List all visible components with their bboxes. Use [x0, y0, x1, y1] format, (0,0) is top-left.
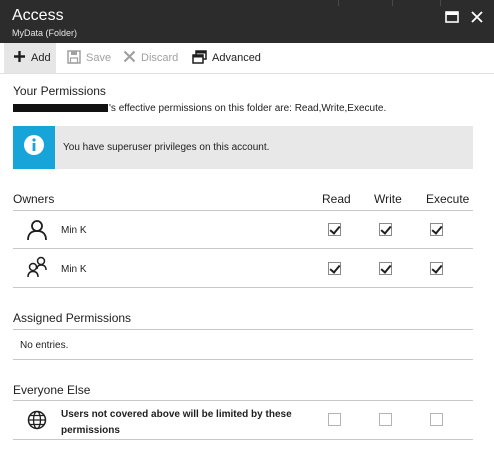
save-button-label: Save: [86, 52, 112, 64]
add-button[interactable]: Add: [4, 43, 56, 73]
maximize-icon[interactable]: [445, 10, 461, 26]
your-permissions-heading: Your Permissions: [13, 84, 106, 98]
assigned-permissions-heading: Assigned Permissions: [13, 311, 132, 325]
everyone-write-checkbox[interactable]: [379, 413, 392, 426]
discard-button[interactable]: Discard: [123, 43, 178, 73]
advanced-windows-icon: [192, 49, 212, 67]
divider: [13, 329, 473, 330]
effective-permissions-label: 's effective permissions on this folder …: [109, 103, 387, 114]
owner-write-checkbox[interactable]: [379, 223, 392, 236]
owner-name: Min K: [61, 225, 87, 236]
header-divider: [338, 0, 339, 6]
globe-icon: [27, 410, 47, 435]
column-read: Read: [322, 192, 351, 206]
blade-title: Access: [12, 7, 64, 24]
everyone-else-description: Users not covered above will be limited …: [61, 409, 292, 436]
blade-subtitle: MyData (Folder): [12, 28, 78, 38]
info-icon: [23, 134, 45, 161]
add-button-label: Add: [31, 52, 51, 64]
superuser-info-banner: You have superuser privileges on this ac…: [13, 126, 473, 169]
group-execute-checkbox[interactable]: [430, 262, 443, 275]
divider: [13, 359, 473, 360]
everyone-execute-checkbox[interactable]: [430, 413, 443, 426]
group-write-checkbox[interactable]: [379, 262, 392, 275]
header-divider: [440, 0, 441, 6]
owners-heading: Owners: [13, 192, 55, 206]
user-icon: [26, 219, 48, 246]
save-icon: [67, 49, 86, 67]
advanced-button[interactable]: Advanced: [192, 43, 261, 73]
group-read-checkbox[interactable]: [328, 262, 341, 275]
close-icon[interactable]: [470, 10, 486, 26]
header-divider: [392, 0, 393, 6]
discard-x-icon: [123, 50, 141, 66]
plus-icon: [13, 50, 31, 66]
owner-execute-checkbox[interactable]: [430, 223, 443, 236]
save-button[interactable]: Save: [67, 43, 111, 73]
divider: [13, 439, 473, 440]
column-write: Write: [374, 192, 402, 206]
no-entries-text: No entries.: [20, 340, 69, 351]
redacted-username: [13, 104, 108, 113]
owning-group-name: Min K: [61, 264, 87, 275]
discard-button-label: Discard: [141, 52, 179, 64]
info-icon-cell: [13, 126, 55, 169]
divider: [13, 210, 473, 211]
blade-header: Access MyData (Folder): [0, 0, 494, 43]
divider: [13, 400, 473, 401]
divider: [13, 248, 473, 249]
column-execute: Execute: [426, 192, 470, 206]
command-bar: Add Save Discard Advanced: [0, 43, 494, 74]
everyone-read-checkbox[interactable]: [328, 413, 341, 426]
group-icon: [26, 256, 48, 283]
effective-permissions-text: 's effective permissions on this folder …: [13, 103, 386, 114]
divider: [13, 287, 473, 288]
info-message: You have superuser privileges on this ac…: [63, 142, 270, 153]
owner-read-checkbox[interactable]: [328, 223, 341, 236]
everyone-else-heading: Everyone Else: [13, 383, 91, 397]
advanced-button-label: Advanced: [212, 52, 261, 64]
